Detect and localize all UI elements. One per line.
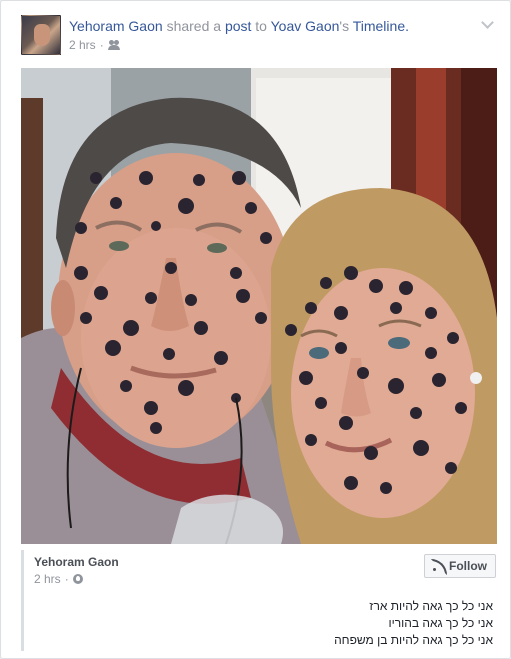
possessive-text: 's (339, 18, 350, 34)
to-text: to (255, 18, 267, 34)
shared-a-text: shared a (166, 18, 222, 34)
shared-post-attachment: Yehoram Gaon 2 hrs · Follow אני כל כך גא… (21, 550, 497, 651)
post-meta: 2 hrs · (69, 38, 120, 52)
follow-label: Follow (449, 559, 487, 573)
post-header: Yehoram Gaon shared a post to Yoav Gaon'… (21, 15, 498, 59)
shared-text-line: אני כל כך גאה להיות בן משפחה (334, 633, 493, 647)
post-photo[interactable] (21, 68, 497, 544)
shared-post-text: אני כל כך גאה להיות ארז אני כל כך גאה בה… (334, 598, 493, 649)
shared-timestamp[interactable]: 2 hrs (34, 572, 61, 586)
post-timestamp[interactable]: 2 hrs (69, 38, 96, 52)
post-headline: Yehoram Gaon shared a post to Yoav Gaon'… (69, 17, 409, 35)
rss-icon (431, 559, 447, 575)
globe-icon[interactable] (72, 574, 83, 584)
friends-icon[interactable] (107, 40, 120, 50)
target-profile-link[interactable]: Yoav Gaon (271, 18, 340, 34)
shared-meta-separator: · (64, 572, 69, 586)
feed-story-card: Yehoram Gaon shared a post to Yoav Gaon'… (0, 0, 511, 659)
timeline-link[interactable]: Timeline. (353, 18, 409, 34)
chevron-down-icon[interactable] (480, 17, 494, 31)
follow-button[interactable]: Follow (424, 554, 496, 578)
meta-separator: · (99, 38, 104, 52)
shared-author-link[interactable]: Yehoram Gaon (34, 555, 119, 569)
shared-text-line: אני כל כך גאה להיות ארז (369, 599, 493, 613)
post-link[interactable]: post (225, 18, 251, 34)
author-avatar[interactable] (21, 15, 61, 55)
shared-post-meta: 2 hrs · (34, 572, 83, 586)
shared-text-line: אני כל כך גאה בהוריו (388, 616, 493, 630)
author-name-link[interactable]: Yehoram Gaon (69, 18, 163, 34)
